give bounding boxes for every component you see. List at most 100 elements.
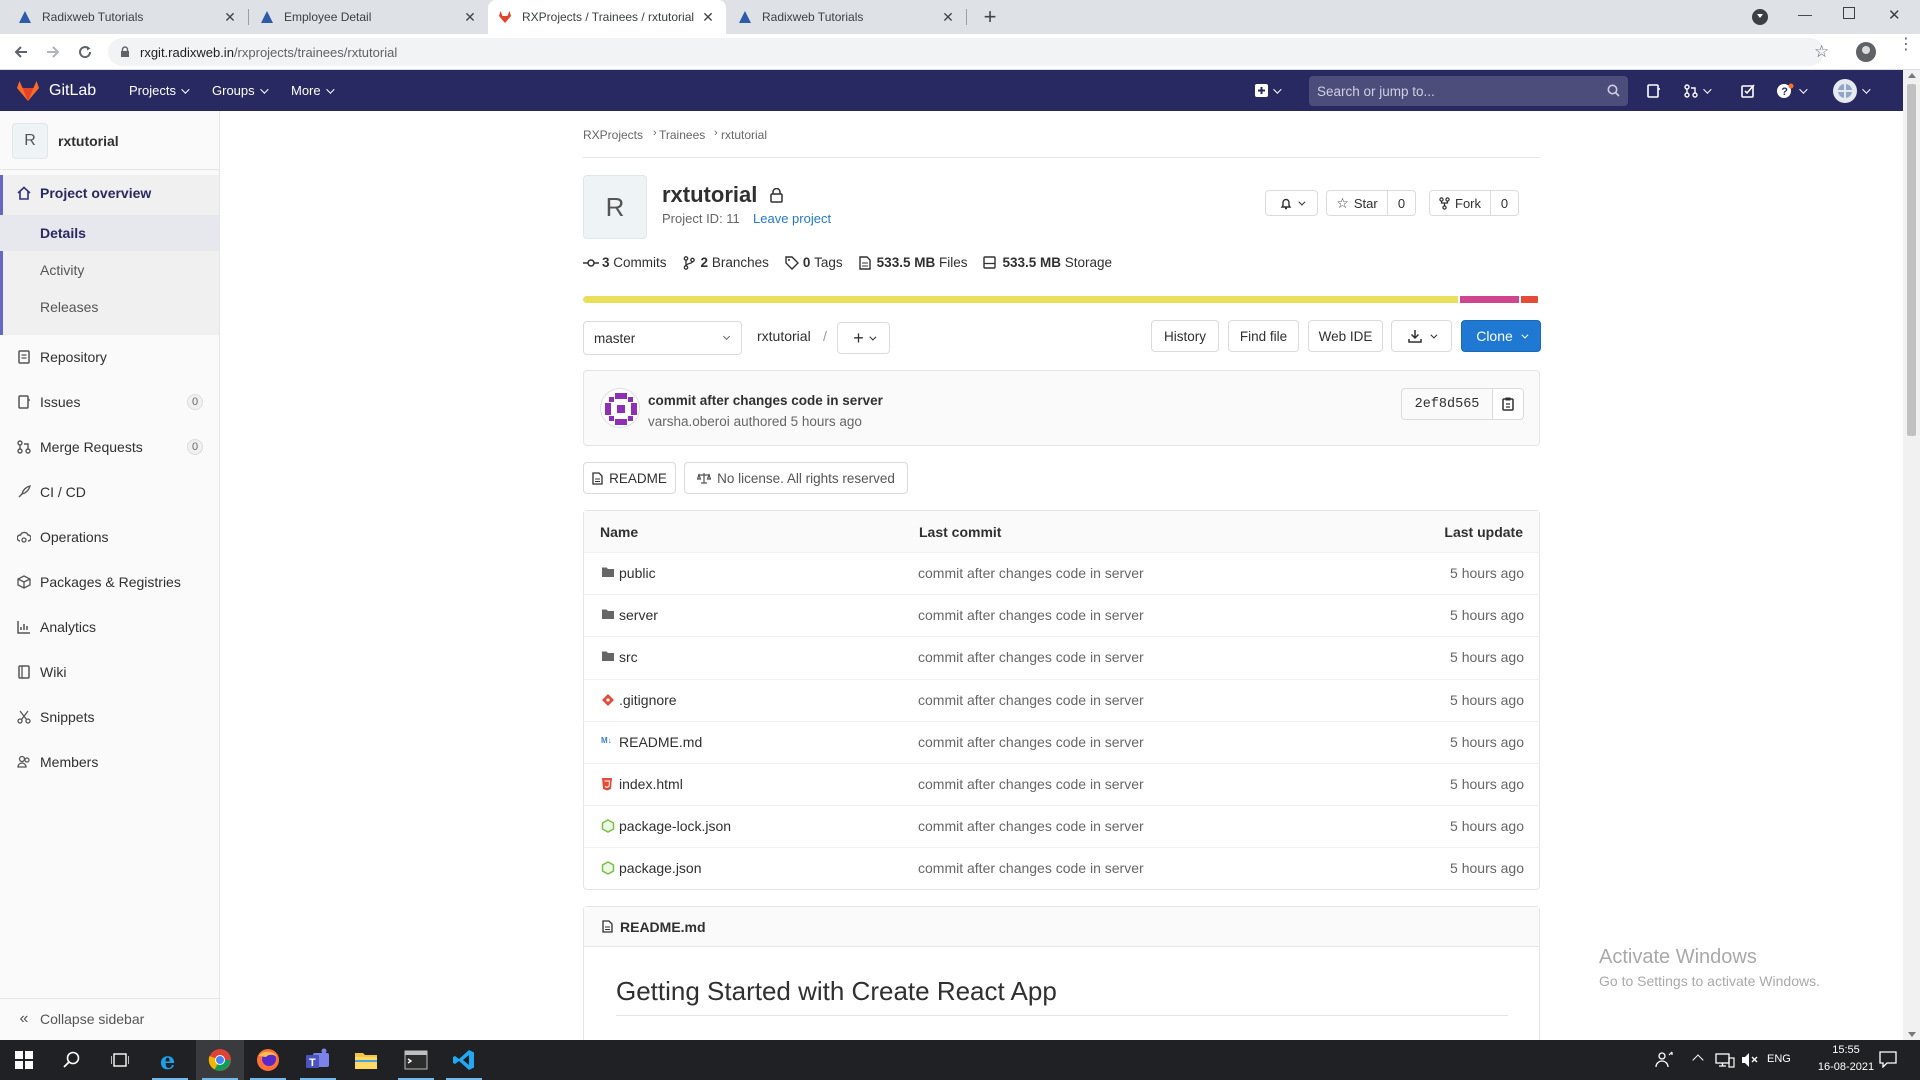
profile-avatar-icon[interactable] (1856, 42, 1876, 62)
file-name[interactable]: src (619, 649, 638, 665)
file-name[interactable]: index.html (619, 776, 683, 792)
download-dropdown[interactable] (1391, 320, 1452, 352)
breadcrumb-item[interactable]: RXProjects (583, 128, 643, 142)
more-menu[interactable]: More (291, 70, 335, 111)
gitlab-logo[interactable]: GitLab (16, 70, 96, 111)
page-scrollbar[interactable] (1903, 70, 1920, 1040)
file-name[interactable]: package.json (619, 860, 702, 876)
table-row[interactable]: M↓ README.md commit after changes code in … (583, 720, 1540, 763)
web-ide-button[interactable]: Web IDE (1308, 320, 1383, 352)
commit-sha[interactable]: 2ef8d565 (1401, 388, 1493, 420)
table-row[interactable]: public commit after changes code in serve… (583, 552, 1540, 594)
sidebar-item-repository[interactable]: Repository (0, 339, 219, 375)
commit-message[interactable]: commit after changes code in server (648, 393, 883, 408)
maximize-window-icon[interactable] (1843, 7, 1855, 19)
breadcrumb-item[interactable]: Trainees (659, 128, 705, 142)
commit-author[interactable]: varsha.oberoi (648, 414, 730, 429)
file-last-commit[interactable]: commit after changes code in server (918, 776, 1144, 792)
file-name[interactable]: server (619, 607, 658, 623)
scroll-down-arrow-icon[interactable] (1908, 1032, 1916, 1037)
readme-file-name[interactable]: README.md (620, 919, 706, 935)
files-stat[interactable]: 533.5 MB Files (858, 255, 967, 270)
commits-stat[interactable]: 3 Commits (583, 255, 667, 270)
notifications-icon[interactable] (1879, 1051, 1897, 1068)
tab-search-icon[interactable] (1752, 9, 1768, 25)
file-name[interactable]: package-lock.json (619, 818, 731, 834)
sidebar-item-issues[interactable]: Issues 0 (0, 384, 219, 420)
commit-author-avatar[interactable] (600, 388, 640, 428)
clock-time[interactable]: 15:55 (1816, 1044, 1876, 1056)
user-avatar-menu[interactable] (1833, 70, 1871, 111)
file-last-commit[interactable]: commit after changes code in server (918, 649, 1144, 665)
license-badge[interactable]: No license. All rights reserved (684, 462, 908, 494)
tags-stat[interactable]: 0 Tags (785, 255, 843, 270)
windows-start-icon[interactable] (0, 1040, 48, 1080)
language-indicator[interactable]: ENG (1767, 1053, 1791, 1065)
sidebar-item-details[interactable]: Details (0, 215, 219, 251)
terminal-icon[interactable] (392, 1040, 440, 1080)
network-icon[interactable] (1715, 1052, 1735, 1068)
storage-stat[interactable]: 533.5 MB Storage (983, 255, 1112, 270)
project-avatar[interactable]: R (12, 123, 48, 159)
file-last-commit[interactable]: commit after changes code in server (918, 692, 1144, 708)
issues-nav-icon[interactable] (1647, 70, 1661, 111)
table-row[interactable]: package.json commit after changes code in… (583, 847, 1540, 889)
todos-nav-icon[interactable] (1741, 70, 1755, 111)
sidebar-item-operations[interactable]: Operations (0, 519, 219, 555)
leave-project-link[interactable]: Leave project (753, 211, 831, 226)
back-arrow-icon[interactable] (9, 40, 33, 64)
task-view-icon[interactable] (96, 1040, 144, 1080)
fork-button[interactable]: Fork (1429, 190, 1491, 216)
chrome-icon[interactable] (196, 1040, 244, 1080)
file-last-commit[interactable]: commit after changes code in server (918, 860, 1144, 876)
sidebar-item-merge-requests[interactable]: Merge Requests 0 (0, 429, 219, 465)
browser-tab-active[interactable]: RXProjects / Trainees / rxtutorial ✕ (488, 0, 726, 34)
clock-date[interactable]: 16-08-2021 (1816, 1061, 1876, 1073)
fork-count[interactable]: 0 (1490, 190, 1519, 216)
file-name[interactable]: .gitignore (619, 692, 677, 708)
search-icon[interactable] (48, 1040, 96, 1080)
readme-badge[interactable]: README (583, 462, 676, 494)
browser-tab[interactable]: Employee Detail ✕ (250, 0, 488, 34)
volume-muted-icon[interactable] (1741, 1052, 1759, 1068)
file-last-commit[interactable]: commit after changes code in server (918, 565, 1144, 581)
browser-tab[interactable]: Radixweb Tutorials ✕ (728, 0, 966, 34)
people-icon[interactable] (1655, 1051, 1673, 1069)
sidebar-item-snippets[interactable]: Snippets (0, 699, 219, 735)
branch-selector[interactable]: master (583, 321, 742, 355)
sidebar-item-analytics[interactable]: Analytics (0, 609, 219, 645)
browser-menu-icon[interactable]: ⋮ (1898, 37, 1914, 53)
sidebar-item-project-overview[interactable]: Project overview (0, 175, 219, 211)
close-tab-icon[interactable]: ✕ (222, 9, 238, 26)
firefox-icon[interactable] (244, 1040, 292, 1080)
sidebar-item-releases[interactable]: Releases (0, 289, 219, 325)
file-last-commit[interactable]: commit after changes code in server (918, 818, 1144, 834)
table-row[interactable]: src commit after changes code in server 5 … (583, 636, 1540, 678)
branches-stat[interactable]: 2 Branches (683, 255, 769, 270)
search-input[interactable]: Search or jump to... (1309, 76, 1628, 106)
close-tab-icon[interactable]: ✕ (940, 9, 956, 26)
new-item-dropdown[interactable] (1255, 70, 1282, 111)
teams-icon[interactable]: T (294, 1040, 342, 1080)
repo-path[interactable]: rxtutorial (757, 328, 811, 344)
vscode-icon[interactable] (440, 1040, 488, 1080)
table-row[interactable]: package-lock.json commit after changes co… (583, 805, 1540, 847)
scroll-up-arrow-icon[interactable] (1908, 73, 1916, 78)
file-name[interactable]: public (619, 565, 656, 581)
bookmark-star-icon[interactable]: ☆ (1814, 42, 1829, 62)
sidebar-item-ci-cd[interactable]: CI / CD (0, 474, 219, 510)
scrollbar-thumb[interactable] (1907, 84, 1916, 436)
address-bar[interactable]: rxgit.radixweb.in/rxprojects/trainees/rx… (108, 38, 1824, 66)
file-explorer-icon[interactable] (342, 1040, 390, 1080)
file-name[interactable]: README.md (619, 734, 702, 750)
clone-dropdown-button[interactable]: Clone (1461, 320, 1541, 352)
close-tab-icon[interactable]: ✕ (462, 9, 478, 26)
breadcrumb-item[interactable]: rxtutorial (721, 128, 767, 142)
internet-explorer-icon[interactable]: e (146, 1040, 194, 1080)
merge-requests-nav-icon[interactable] (1684, 70, 1712, 111)
sidebar-item-wiki[interactable]: Wiki (0, 654, 219, 690)
file-last-commit[interactable]: commit after changes code in server (918, 607, 1144, 623)
add-file-dropdown[interactable]: + (837, 322, 890, 354)
collapse-sidebar-button[interactable]: « Collapse sidebar (0, 999, 219, 1039)
new-tab-button[interactable]: + (978, 4, 1002, 30)
